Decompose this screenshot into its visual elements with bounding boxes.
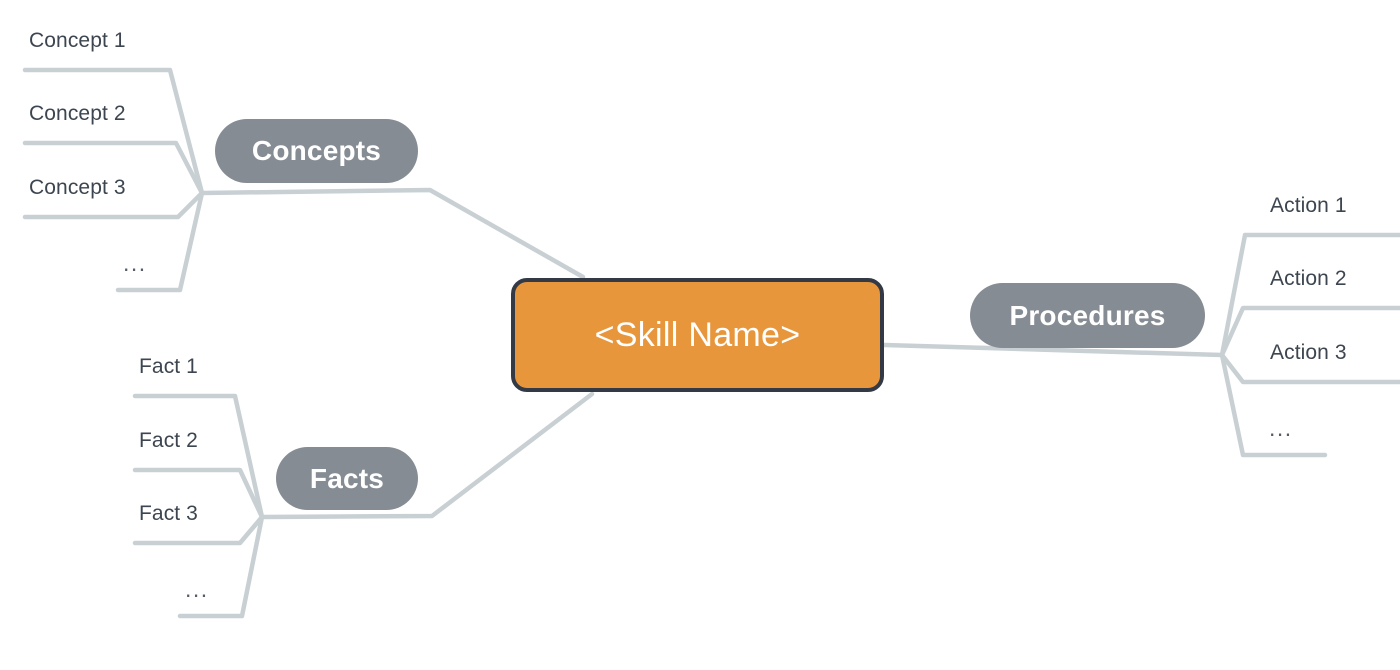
edge-procedures-leaf-1 bbox=[1219, 232, 1400, 358]
center-node-skill[interactable]: <Skill Name> bbox=[511, 278, 884, 392]
leaf-label-concept-1: Concept 1 bbox=[29, 29, 126, 52]
edge-center-to-concepts bbox=[199, 187, 586, 280]
branch-node-concepts[interactable]: Concepts bbox=[215, 119, 418, 183]
leaf-label-fact-2: Fact 2 bbox=[139, 429, 198, 452]
leaf-label-concept-2: Concept 2 bbox=[29, 102, 126, 125]
leaf-label-action-2: Action 2 bbox=[1270, 267, 1347, 290]
leaf-label-procedures-more: ... bbox=[1269, 415, 1293, 441]
mindmap-canvas: Concept 1 Concept 2 Concept 3 ... Fact 1… bbox=[0, 0, 1400, 670]
leaf-label-concepts-more: ... bbox=[123, 250, 147, 276]
leaf-label-facts-more: ... bbox=[185, 576, 209, 602]
branch-node-procedures[interactable]: Procedures bbox=[970, 283, 1205, 348]
center-node-label: <Skill Name> bbox=[594, 315, 801, 354]
leaf-label-fact-3: Fact 3 bbox=[139, 502, 198, 525]
leaf-label-action-1: Action 1 bbox=[1270, 194, 1347, 217]
branch-node-procedures-label: Procedures bbox=[1009, 299, 1166, 331]
edge-concepts-leaf-1 bbox=[22, 67, 205, 196]
branch-node-facts-label: Facts bbox=[309, 462, 385, 494]
leaf-label-concept-3: Concept 3 bbox=[29, 176, 126, 199]
branch-node-concepts-label: Concepts bbox=[251, 135, 382, 166]
leaf-label-action-3: Action 3 bbox=[1270, 341, 1347, 364]
edge-facts-leaf-1 bbox=[132, 393, 265, 520]
leaf-label-fact-1: Fact 1 bbox=[139, 355, 198, 378]
branch-node-facts[interactable]: Facts bbox=[276, 447, 418, 510]
